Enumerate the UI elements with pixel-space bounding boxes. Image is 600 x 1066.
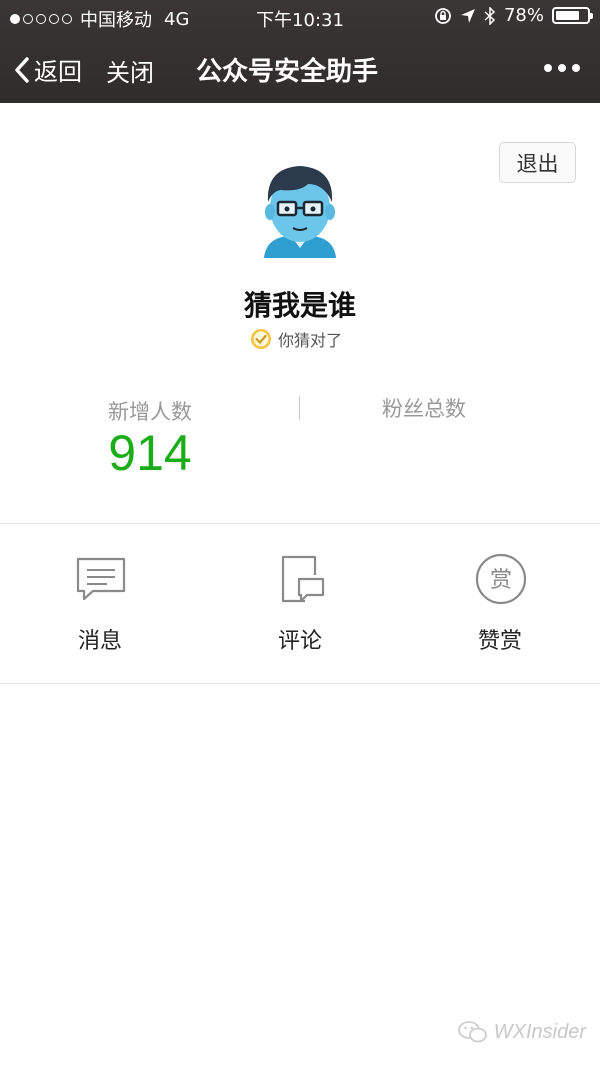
verified-text: 你猜对了 (278, 331, 343, 350)
back-label: 返回 (34, 58, 82, 86)
comment-icon (281, 555, 325, 603)
section-divider (0, 523, 600, 524)
comments-button[interactable]: 评论 (200, 553, 400, 663)
new-followers-value: 914 (108, 425, 192, 481)
rewards-button[interactable]: 赏 赞赏 (400, 553, 600, 663)
reward-icon: 赏 (475, 553, 527, 605)
orientation-lock-icon (435, 7, 451, 24)
close-button[interactable]: 关闭 (106, 53, 154, 88)
avatar (264, 166, 336, 258)
back-button[interactable]: 返回 (14, 52, 82, 87)
watermark-text: WXInsider (493, 1020, 586, 1043)
rewards-label: 赞赏 (477, 629, 522, 654)
wechat-logo-icon (457, 1021, 487, 1043)
battery-percent: 78% (503, 5, 544, 26)
section-divider (0, 683, 600, 684)
comments-label: 评论 (277, 629, 322, 654)
messages-button[interactable]: 消息 (0, 553, 200, 663)
more-options-button[interactable] (544, 64, 580, 72)
chevron-left-icon (15, 56, 29, 83)
total-followers-label: 粉丝总数 (382, 397, 466, 421)
messages-label: 消息 (77, 629, 122, 654)
watermark: WXInsider (457, 1020, 586, 1044)
logout-button[interactable]: 退出 (499, 142, 576, 183)
navigation-bar: 返回 关闭 公众号安全助手 (0, 34, 600, 103)
verified-check-icon (251, 329, 271, 349)
location-icon (460, 8, 475, 23)
reward-icon-glyph: 赏 (490, 568, 512, 593)
bluetooth-icon (484, 6, 496, 25)
new-followers-label: 新增人数 (108, 400, 192, 424)
account-name: 猜我是谁 (243, 289, 356, 322)
battery-icon (552, 7, 593, 24)
battery-fill (556, 11, 580, 20)
message-icon (76, 557, 126, 601)
top-bar: 中国移动 4G 下午10:31 78% 返回 关闭 公众号安全助手 (0, 0, 600, 103)
verification-status: 你猜对了 (250, 327, 342, 351)
status-bar: 中国移动 4G 下午10:31 78% (0, 0, 600, 34)
page-title: 公众号安全助手 (196, 57, 379, 87)
